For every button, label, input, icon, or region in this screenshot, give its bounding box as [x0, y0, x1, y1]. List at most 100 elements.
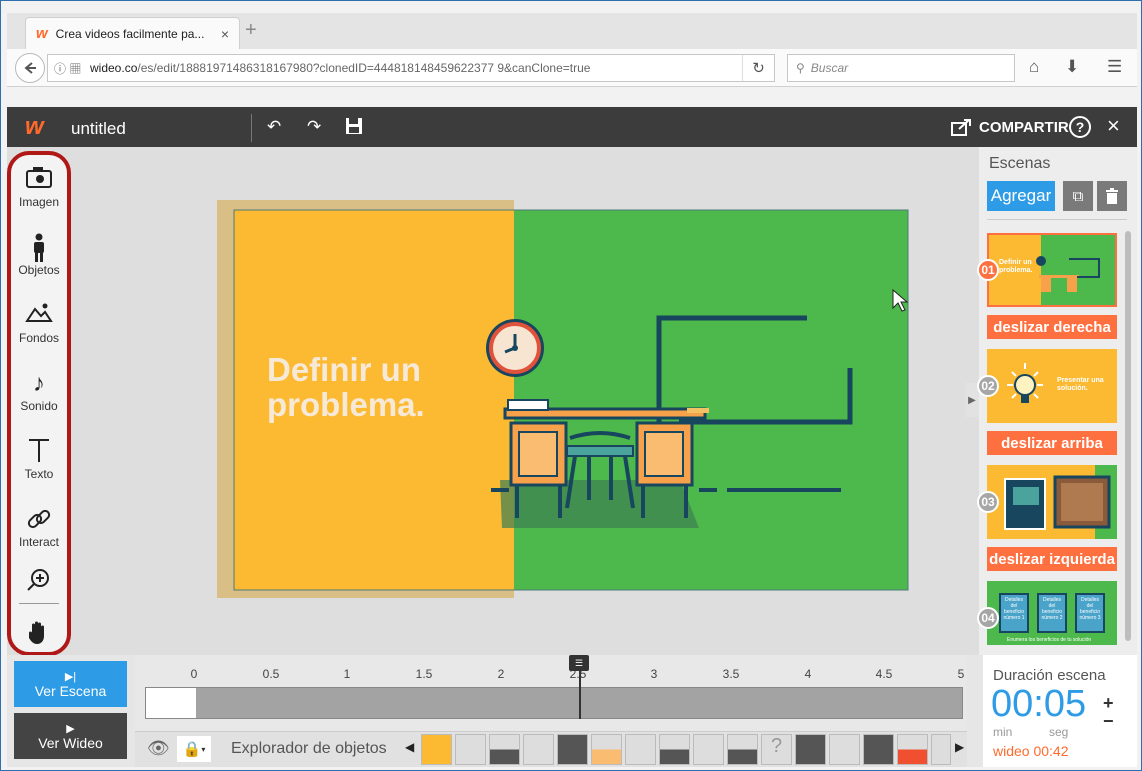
ver-wideo-label: Ver Wideo: [38, 734, 103, 751]
tab-close-icon[interactable]: ×: [221, 26, 229, 42]
back-button[interactable]: [15, 53, 45, 83]
object-thumb[interactable]: [455, 734, 486, 765]
timeline-ruler[interactable]: 0 0.5 1 1.5 2 2.5 3 3.5 4 4.5 5 ☰: [135, 655, 967, 735]
scenes-title: Escenas: [989, 155, 1051, 172]
tool-label: Sonido: [20, 399, 58, 413]
scene-transition-03[interactable]: deslizar izquierda: [987, 547, 1117, 571]
object-thumb[interactable]: [557, 734, 588, 765]
tick-label: 0.5: [262, 667, 280, 681]
lock-dropdown[interactable]: 🔒 ▾: [177, 736, 211, 762]
add-scene-button[interactable]: Agregar: [987, 181, 1055, 211]
duration-value[interactable]: 00:05: [991, 683, 1086, 726]
scene-headline[interactable]: Definir un problema.: [267, 352, 425, 422]
eye-icon[interactable]: 👁: [147, 738, 170, 759]
duplicate-scene-icon[interactable]: ⧉: [1063, 181, 1093, 211]
undo-icon[interactable]: ↶: [267, 117, 281, 137]
help-button[interactable]: ?: [1069, 116, 1091, 138]
object-thumb[interactable]: [421, 734, 452, 765]
object-explorer: 👁 🔒 ▾ Explorador de objetos ◀ ? ▶: [135, 731, 967, 767]
hand-pan-icon[interactable]: [11, 619, 67, 648]
object-thumb[interactable]: [659, 734, 690, 765]
zoom-in-icon[interactable]: [11, 567, 67, 596]
thumb4-card-3: Detalles del beneficio número 3: [1075, 593, 1105, 633]
dropdown-caret-icon: ▾: [201, 744, 206, 754]
scene-duration-panel: Duración escena 00:05 + − min seg wideo …: [983, 655, 1137, 767]
tool-interact[interactable]: Interact: [11, 505, 67, 549]
timeline-start-block[interactable]: [146, 688, 196, 718]
browser-tab[interactable]: w Crea videos facilmente pa... ×: [25, 17, 240, 49]
tick-label: 4.5: [875, 667, 893, 681]
object-thumb[interactable]: [727, 734, 758, 765]
save-icon[interactable]: [345, 117, 363, 140]
share-button[interactable]: COMPARTIR: [951, 117, 1069, 137]
close-editor-icon[interactable]: ×: [1107, 113, 1120, 139]
scene-number-03: 03: [977, 491, 999, 513]
tab-bar: w Crea videos facilmente pa... × +: [7, 13, 1137, 49]
object-thumb[interactable]: [897, 734, 928, 765]
lock-icon: 🔒: [182, 741, 202, 758]
scene-thumb-01[interactable]: Definir un problema.: [987, 233, 1117, 307]
delete-scene-icon[interactable]: [1097, 181, 1127, 211]
explorer-next-icon[interactable]: ▶: [955, 740, 964, 754]
object-thumb[interactable]: [931, 734, 951, 765]
menu-icon[interactable]: ☰: [1107, 57, 1122, 77]
object-thumb-question[interactable]: ?: [761, 734, 792, 765]
project-title[interactable]: untitled: [71, 119, 126, 139]
scene-number-02: 02: [977, 375, 999, 397]
home-icon[interactable]: ⌂: [1029, 57, 1039, 77]
tool-objetos[interactable]: Objetos: [11, 233, 67, 277]
tool-label: Texto: [24, 467, 54, 481]
object-thumb[interactable]: [625, 734, 656, 765]
divider: [251, 114, 252, 142]
panel-divider: [987, 219, 1127, 220]
tools-sidebar: Imagen Objetos Fondos ♪ Sonido Texto Int…: [7, 151, 71, 656]
reload-icon[interactable]: ↻: [742, 55, 774, 81]
ver-wideo-button[interactable]: ▶ Ver Wideo: [14, 713, 127, 759]
scene-transition-02[interactable]: deslizar arriba: [987, 431, 1117, 455]
scene-thumb-04[interactable]: Detalles del beneficio número 1 Detalles…: [987, 581, 1117, 645]
redo-icon[interactable]: ↷: [307, 117, 321, 137]
scene-transition-01[interactable]: deslizar derecha: [987, 315, 1117, 339]
object-thumb[interactable]: [829, 734, 860, 765]
playhead-handle[interactable]: ☰: [569, 655, 589, 671]
editor-topbar: w untitled ↶ ↷ COMPARTIR ? ×: [7, 107, 1137, 147]
tool-texto[interactable]: Texto: [11, 437, 67, 481]
object-thumb[interactable]: [591, 734, 622, 765]
object-thumb[interactable]: [489, 734, 520, 765]
new-tab-button[interactable]: +: [245, 19, 257, 42]
timeline-track[interactable]: [145, 687, 963, 719]
ver-escena-button[interactable]: ▶| Ver Escena: [14, 661, 127, 707]
explorer-label: Explorador de objetos: [231, 740, 387, 757]
text-icon: [11, 437, 67, 467]
object-thumb[interactable]: [795, 734, 826, 765]
explorer-prev-icon[interactable]: ◀: [405, 740, 414, 754]
wideo-logo[interactable]: w: [25, 113, 44, 141]
object-thumb[interactable]: [523, 734, 554, 765]
tick-label: 0: [190, 667, 198, 681]
camera-icon: [11, 165, 67, 195]
scene-canvas[interactable]: Definir un problema.: [217, 200, 909, 598]
tick-label: 1: [343, 667, 351, 681]
duration-minus-button[interactable]: −: [1103, 711, 1114, 732]
site-info-icon[interactable]: ⓘ ▦: [48, 60, 90, 77]
scenes-scrollbar[interactable]: [1125, 231, 1131, 641]
object-thumb[interactable]: [863, 734, 894, 765]
object-thumb[interactable]: [693, 734, 724, 765]
mountain-icon: [11, 301, 67, 331]
browser-window: w Crea videos facilmente pa... × + ⓘ ▦ w…: [0, 0, 1142, 771]
search-input[interactable]: ⚲ Buscar: [787, 54, 1015, 82]
download-icon[interactable]: ⬇: [1065, 57, 1079, 77]
scene-thumb-02[interactable]: Presentar una solución.: [987, 349, 1117, 423]
scene-thumb-03[interactable]: [987, 465, 1117, 539]
wideo-total-duration: wideo 00:42: [993, 743, 1069, 759]
url-bar[interactable]: ⓘ ▦ wideo.co/es/edit/1888197148631816798…: [47, 54, 775, 82]
tool-sonido[interactable]: ♪ Sonido: [11, 369, 67, 413]
url-host: wideo.co: [90, 61, 138, 75]
tool-fondos[interactable]: Fondos: [11, 301, 67, 345]
duration-label: Duración escena: [993, 667, 1106, 684]
scene-thumb-text: Presentar una solución.: [1057, 377, 1104, 392]
search-placeholder: Buscar: [810, 61, 849, 75]
tool-imagen[interactable]: Imagen: [11, 165, 67, 209]
share-icon: [951, 119, 971, 136]
tick-label: 3: [650, 667, 658, 681]
